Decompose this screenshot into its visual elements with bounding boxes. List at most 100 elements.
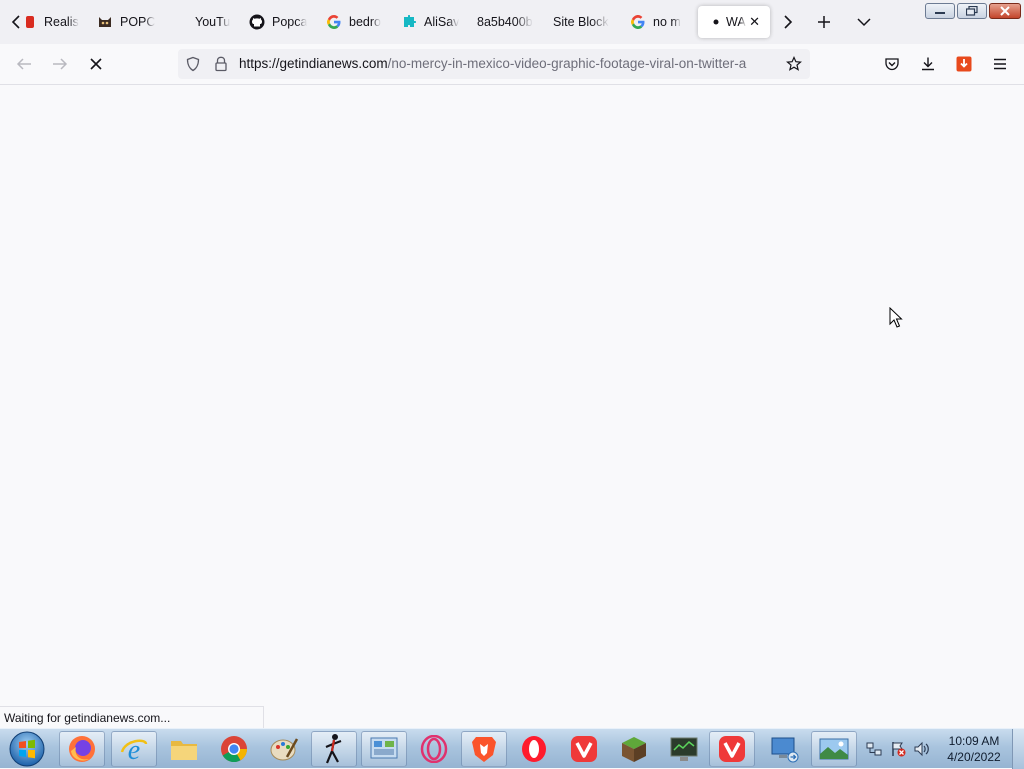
scroll-tabs-right-button[interactable] [774,7,802,37]
tab-5[interactable]: AliSav [401,6,463,38]
tab-8[interactable]: no m [630,6,688,38]
github-icon [249,14,265,30]
taskbar: e 10:09 AM 4/20/2022 [0,728,1024,769]
tab-3[interactable]: Popca [249,6,313,38]
plus-icon [818,16,830,28]
tab-active[interactable]: WA ✕ [698,6,770,38]
status-text: Waiting for getindianews.com... [4,710,171,725]
tab-label: 8a5b400b [477,15,533,29]
menu-button[interactable] [985,50,1015,78]
internet-explorer-icon: e [120,735,148,764]
tab-4[interactable]: bedro [326,6,388,38]
stop-loading-button[interactable] [81,50,111,78]
download-icon [922,57,934,71]
extension-button[interactable] [949,50,979,78]
download-helper-extension-icon [956,56,972,72]
tab-6[interactable]: 8a5b400b [477,6,539,38]
taskbar-photo-viewer[interactable] [811,731,857,767]
show-desktop-button[interactable] [1012,729,1024,769]
mouse-cursor-icon [889,306,903,334]
tab-1[interactable]: POPC [97,6,159,38]
restore-button[interactable] [957,3,987,19]
network-icon[interactable] [866,741,882,757]
terminal-monitor-icon [670,737,698,761]
tab-7[interactable]: Site Block [553,6,615,38]
brave-icon [472,737,496,762]
paint-icon [270,738,299,761]
chrome-icon [221,736,248,763]
navigation-toolbar: https://getindianews.com/no-mercy-in-mex… [0,44,1024,85]
photo-viewer-icon [819,738,849,760]
forward-button[interactable] [45,50,75,78]
taskbar-file-explorer[interactable] [161,731,207,767]
close-icon [1000,6,1010,16]
tab-0[interactable]: Realis [26,6,82,38]
taskbar-control-panel[interactable] [361,731,407,767]
taskbar-firefox[interactable] [59,731,105,767]
url-text[interactable]: https://getindianews.com/no-mercy-in-mex… [239,56,779,71]
red-brand-icon [26,14,34,30]
taskbar-internet-explorer[interactable]: e [111,731,157,767]
taskbar-paint[interactable] [261,731,307,767]
system-tray: 10:09 AM 4/20/2022 [860,729,1024,769]
close-window-button[interactable] [989,3,1021,19]
taskbar-terminal-monitor[interactable] [661,731,707,767]
taskbar-brave[interactable] [461,731,507,767]
tab-label: bedro [349,15,381,29]
volume-icon[interactable] [914,741,930,757]
taskbar-minecraft[interactable] [611,731,657,767]
chevron-down-icon [857,18,871,27]
tab-2[interactable]: YouTu [172,6,234,38]
lock-icon[interactable] [212,55,230,73]
tab-label: no m [653,15,681,29]
close-icon [90,58,102,70]
cat-icon [97,14,113,30]
tab-strip: Realis POPC YouTu Popca bedro AliSav 8a5… [0,0,1024,44]
page-content-area[interactable]: Waiting for getindianews.com... [0,85,1024,728]
shield-icon[interactable] [184,55,202,73]
clock-time: 10:09 AM [948,734,1000,748]
bookmark-star-icon[interactable] [785,55,803,73]
taskbar-opera-gx[interactable] [411,731,457,767]
minimize-button[interactable] [925,3,955,19]
hamburger-menu-icon [994,58,1006,70]
vivaldi-icon [571,736,597,762]
pocket-icon [885,58,899,71]
remote-desktop-icon [771,737,799,763]
action-center-flag-icon[interactable] [890,741,906,757]
google-icon [630,14,646,30]
arrow-right-icon [53,58,68,70]
start-button[interactable] [4,730,50,768]
clock[interactable]: 10:09 AM 4/20/2022 [940,733,1008,765]
back-button[interactable] [9,50,39,78]
downloads-button[interactable] [913,50,943,78]
close-tab-icon[interactable]: ✕ [749,14,760,30]
tab-label: Site Block [553,15,609,29]
taskbar-vivaldi-active[interactable] [709,731,755,767]
tab-label: AliSav [424,15,460,29]
list-all-tabs-button[interactable] [850,8,878,36]
chevron-right-icon [784,15,793,29]
address-bar[interactable]: https://getindianews.com/no-mercy-in-mex… [178,49,810,79]
status-panel: Waiting for getindianews.com... [0,706,264,728]
loading-dot-icon [712,14,720,30]
taskbar-stick-figure-app[interactable] [311,731,357,767]
youtube-icon [172,14,188,30]
google-icon [326,14,342,30]
minimize-icon [935,12,945,14]
windows-start-orb-icon [9,731,45,767]
taskbar-chrome[interactable] [211,731,257,767]
tab-label: YouTu [195,15,231,29]
stick-figure-app-icon [325,734,342,764]
file-explorer-icon [171,741,197,760]
tab-label: Popca [272,15,308,29]
opera-icon [522,736,546,762]
new-tab-button[interactable] [810,8,838,36]
url-path: /no-mercy-in-mexico-video-graphic-footag… [387,56,747,71]
taskbar-vivaldi[interactable] [561,731,607,767]
tab-label: Realis [44,15,79,29]
taskbar-opera[interactable] [511,731,557,767]
taskbar-remote-desktop[interactable] [761,731,807,767]
minecraft-icon [622,737,646,762]
pocket-button[interactable] [877,50,907,78]
